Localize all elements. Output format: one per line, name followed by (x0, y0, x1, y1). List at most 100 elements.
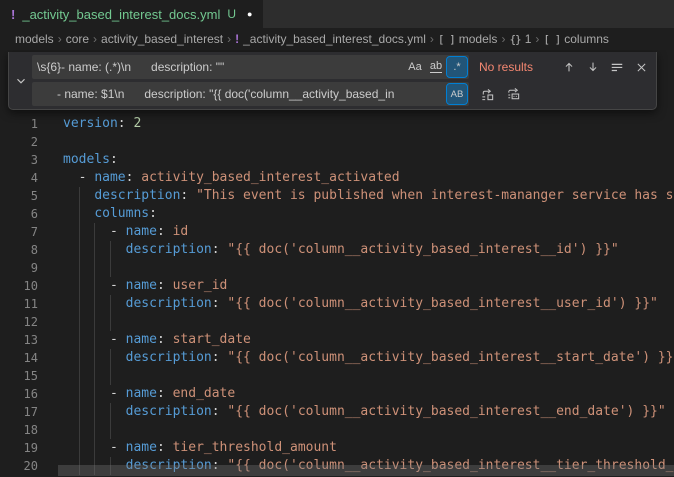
find-results-status: No results (479, 60, 533, 74)
breadcrumb-item[interactable]: models (15, 32, 54, 46)
line-content[interactable]: description: "{{ doc('column__activity_b… (63, 241, 619, 259)
indent-guide (79, 205, 80, 223)
line-number[interactable]: 2 (0, 133, 38, 151)
code-line[interactable]: 17 description: "{{ doc('column__activit… (0, 403, 674, 421)
code-line[interactable]: 1 version: 2 (0, 115, 674, 133)
code-token: : (149, 206, 157, 221)
line-content[interactable]: description: "This event is published wh… (63, 187, 674, 205)
indent-guide (110, 403, 111, 421)
line-number[interactable]: 13 (0, 331, 38, 349)
code-token: : (212, 296, 228, 311)
code-line[interactable]: 12 (0, 313, 674, 331)
line-content[interactable]: columns: (63, 205, 157, 223)
line-content[interactable]: description: "{{ doc('column__activity_b… (63, 403, 666, 421)
line-content[interactable]: description: "{{ doc('column__activity_b… (63, 295, 658, 313)
code-line[interactable]: 9 (0, 259, 674, 277)
find-in-selection-button[interactable] (607, 57, 627, 77)
code-line[interactable]: 16 - name: end_date (0, 385, 674, 403)
line-number[interactable]: 17 (0, 403, 38, 421)
line-number[interactable]: 8 (0, 241, 38, 259)
line-number[interactable]: 20 (0, 457, 38, 475)
symbol-array-icon: [ ] (543, 33, 560, 46)
match-case-toggle[interactable]: Aa (405, 57, 425, 77)
code-line[interactable]: 3 models: (0, 151, 674, 169)
breadcrumb-item[interactable]: core (66, 32, 89, 46)
line-number[interactable]: 9 (0, 259, 38, 277)
line-content[interactable]: version: 2 (63, 115, 141, 133)
replace-button[interactable] (477, 84, 497, 104)
line-number[interactable]: 15 (0, 367, 38, 385)
code-line[interactable]: 4 - name: activity_based_interest_activa… (0, 169, 674, 187)
code-token: : (157, 386, 173, 401)
horizontal-scrollbar[interactable] (58, 465, 674, 476)
code-token: 2 (133, 116, 141, 131)
code-line[interactable]: 8 description: "{{ doc('column__activity… (0, 241, 674, 259)
line-content[interactable]: - name: end_date (63, 385, 235, 403)
line-content[interactable]: - name: tier_threshold_amount (63, 439, 337, 457)
code-token: name (126, 386, 157, 401)
code-line[interactable]: 13 - name: start_date (0, 331, 674, 349)
code-line[interactable]: 11 description: "{{ doc('column__activit… (0, 295, 674, 313)
code-token: : (212, 404, 228, 419)
line-number[interactable]: 14 (0, 349, 38, 367)
editor-tab[interactable]: ! _activity_based_interest_docs.yml U ● (0, 0, 263, 28)
line-content[interactable]: - name: id (63, 223, 188, 241)
modified-dot-icon[interactable]: ● (247, 9, 252, 19)
line-number[interactable]: 16 (0, 385, 38, 403)
whole-word-toggle[interactable]: ab (426, 57, 446, 77)
line-content[interactable]: - name: activity_based_interest_activate… (63, 169, 400, 187)
line-number[interactable]: 4 (0, 169, 38, 187)
close-find-widget-button[interactable] (631, 57, 651, 77)
indent-guide (94, 385, 95, 403)
line-content[interactable]: - name: user_id (63, 277, 227, 295)
code-line[interactable]: 10 - name: user_id (0, 277, 674, 295)
breadcrumb-item[interactable]: !_activity_based_interest_docs.yml (235, 32, 426, 46)
indent-guide (79, 313, 80, 331)
line-content[interactable]: description: "{{ doc('column__activity_b… (63, 349, 674, 367)
replace-input[interactable]: - name: $1\n description: "{{ doc('colum… (32, 82, 469, 106)
code-line[interactable]: 5 description: "This event is published … (0, 187, 674, 205)
breadcrumb-item[interactable]: {}1 (509, 32, 531, 46)
line-number[interactable]: 19 (0, 439, 38, 457)
breadcrumb-item[interactable]: [ ]columns (543, 32, 609, 46)
replace-all-button[interactable] (503, 84, 523, 104)
breadcrumb-item[interactable]: [ ]models (438, 32, 498, 46)
line-number[interactable]: 3 (0, 151, 38, 169)
code-line[interactable]: 18 (0, 421, 674, 439)
toggle-replace-button[interactable] (9, 55, 32, 106)
indent-guide (110, 241, 111, 259)
code-line[interactable]: 19 - name: tier_threshold_amount (0, 439, 674, 457)
code-token: : (212, 242, 228, 257)
line-number[interactable]: 7 (0, 223, 38, 241)
line-number[interactable]: 18 (0, 421, 38, 439)
indent-guide (79, 403, 80, 421)
next-match-button[interactable] (583, 57, 603, 77)
code-line[interactable]: 2 (0, 133, 674, 151)
line-number[interactable]: 11 (0, 295, 38, 313)
replace-icon (480, 87, 495, 102)
breadcrumb-label: models (459, 32, 498, 46)
regex-toggle[interactable]: .* (447, 57, 467, 77)
code-line[interactable]: 14 description: "{{ doc('column__activit… (0, 349, 674, 367)
code-line[interactable]: 6 columns: (0, 205, 674, 223)
line-number[interactable]: 5 (0, 187, 38, 205)
preserve-case-toggle[interactable]: AB (447, 84, 467, 104)
indent-guide (94, 295, 95, 313)
code-line[interactable]: 7 - name: id (0, 223, 674, 241)
code-area[interactable]: 1version: 223models:4 - name: activity_b… (0, 50, 674, 475)
line-number[interactable]: 12 (0, 313, 38, 331)
line-number[interactable]: 6 (0, 205, 38, 223)
previous-match-button[interactable] (559, 57, 579, 77)
line-content[interactable]: models: (63, 151, 118, 169)
selection-lines-icon (610, 60, 624, 74)
editor-pane[interactable]: \s{6}- name: (.*)\n description: "" Aa a… (0, 50, 674, 477)
line-number[interactable]: 1 (0, 115, 38, 133)
symbol-object-icon: {} (509, 33, 520, 46)
indent-guide (110, 313, 111, 331)
breadcrumb-item[interactable]: activity_based_interest (101, 32, 223, 46)
indent-guide (94, 259, 95, 277)
line-number[interactable]: 10 (0, 277, 38, 295)
line-content[interactable]: - name: start_date (63, 331, 251, 349)
code-line[interactable]: 15 (0, 367, 674, 385)
find-input[interactable]: \s{6}- name: (.*)\n description: "" Aa a… (32, 55, 469, 79)
